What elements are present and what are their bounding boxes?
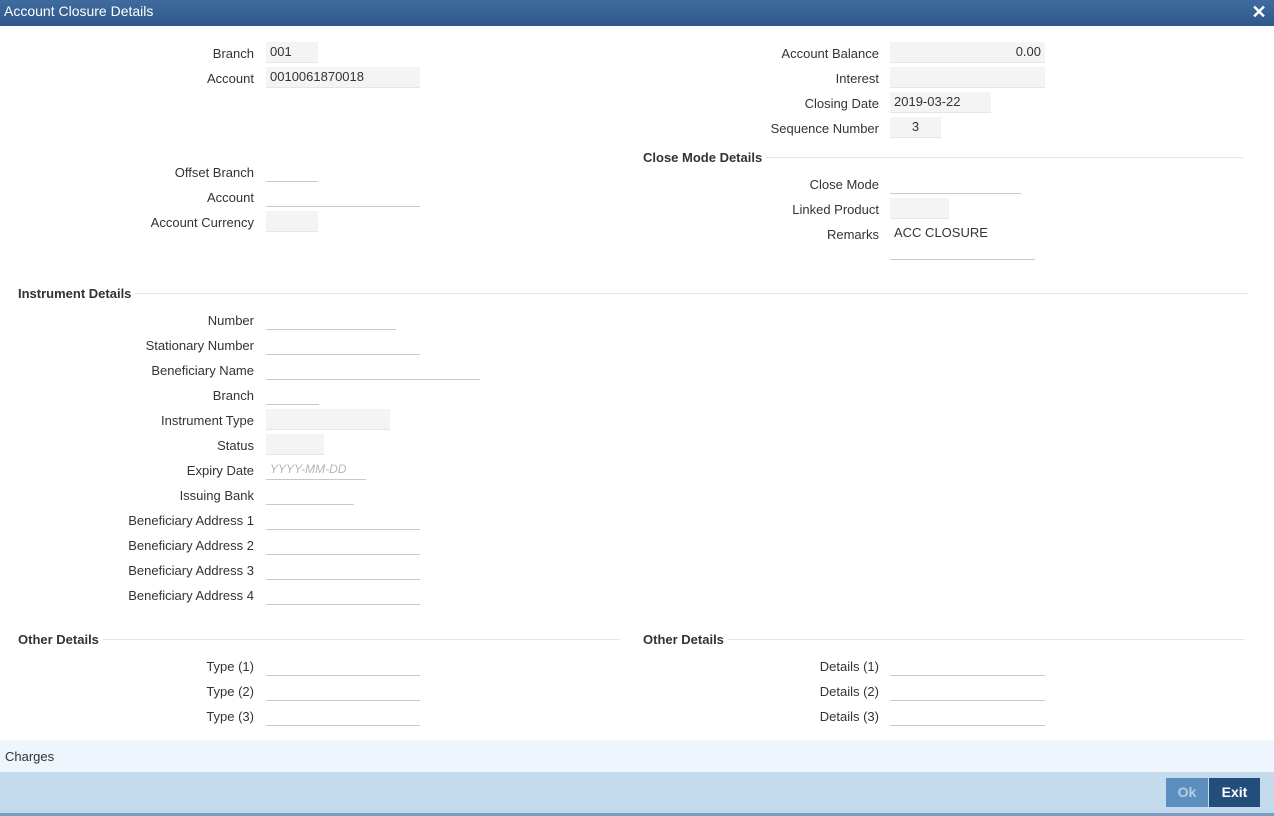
beneficiary-address-2-field[interactable] xyxy=(266,534,420,555)
other-details-right-divider xyxy=(728,639,1245,640)
close-mode-label: Close Mode xyxy=(809,177,879,192)
close-mode-section-title: Close Mode Details xyxy=(643,150,763,165)
number-label: Number xyxy=(207,313,254,328)
type-2-field[interactable] xyxy=(266,680,420,701)
status-label: Status xyxy=(217,438,254,453)
beneficiary-address-3-field[interactable] xyxy=(266,559,420,580)
stationary-number-field[interactable] xyxy=(266,334,420,355)
account-balance-field[interactable]: 0.00 xyxy=(890,42,1045,63)
instrument-branch-label: Branch xyxy=(212,388,254,403)
details-1-field[interactable] xyxy=(890,655,1045,676)
issuing-bank-label: Issuing Bank xyxy=(179,488,254,503)
instrument-branch-field[interactable] xyxy=(266,384,319,405)
charges-bar: Charges xyxy=(0,740,1274,772)
expiry-date-field[interactable]: YYYY-MM-DD xyxy=(266,459,366,480)
instrument-divider xyxy=(135,293,1248,294)
linked-product-field[interactable] xyxy=(890,198,949,219)
exit-button[interactable]: Exit xyxy=(1209,778,1260,807)
branch-field[interactable]: 001 xyxy=(266,42,318,63)
instrument-type-field[interactable] xyxy=(266,409,390,430)
charges-link[interactable]: Charges xyxy=(5,749,54,764)
beneficiary-address-1-field[interactable] xyxy=(266,509,420,530)
issuing-bank-field[interactable] xyxy=(266,484,354,505)
branch-label: Branch xyxy=(212,46,254,61)
beneficiary-address-2-label: Beneficiary Address 2 xyxy=(128,538,254,553)
type-1-label: Type (1) xyxy=(206,659,254,674)
closing-date-label: Closing Date xyxy=(804,96,879,111)
remarks-field[interactable]: ACC CLOSURE xyxy=(890,223,1035,260)
type-3-field[interactable] xyxy=(266,705,420,726)
type-2-label: Type (2) xyxy=(206,684,254,699)
close-icon[interactable]: ✕ xyxy=(1250,2,1268,22)
details-2-field[interactable] xyxy=(890,680,1045,701)
window-title: Account Closure Details xyxy=(4,3,154,19)
close-mode-divider xyxy=(766,157,1243,158)
interest-field[interactable] xyxy=(890,67,1045,88)
details-2-label: Details (2) xyxy=(819,684,879,699)
details-3-label: Details (3) xyxy=(819,709,879,724)
expiry-date-label: Expiry Date xyxy=(186,463,254,478)
type-3-label: Type (3) xyxy=(206,709,254,724)
closing-date-field[interactable]: 2019-03-22 xyxy=(890,92,991,113)
account-field[interactable]: 0010061870018 xyxy=(266,67,420,88)
account-currency-label: Account Currency xyxy=(150,215,254,230)
remarks-label: Remarks xyxy=(826,227,879,242)
account-currency-field[interactable] xyxy=(266,211,318,232)
footer-bar: Ok Exit xyxy=(0,772,1274,816)
beneficiary-name-field[interactable] xyxy=(266,359,480,380)
account-balance-label: Account Balance xyxy=(781,46,879,61)
offset-account-label: Account xyxy=(207,190,254,205)
interest-label: Interest xyxy=(835,71,879,86)
title-bar: Account Closure Details ✕ xyxy=(0,0,1274,26)
sequence-number-field[interactable]: 3 xyxy=(890,117,941,138)
ok-button[interactable]: Ok xyxy=(1166,778,1208,807)
offset-account-field[interactable] xyxy=(266,186,420,207)
offset-branch-label: Offset Branch xyxy=(174,165,254,180)
offset-branch-field[interactable] xyxy=(266,161,318,182)
beneficiary-address-4-label: Beneficiary Address 4 xyxy=(128,588,254,603)
stationary-number-label: Stationary Number xyxy=(145,338,254,353)
beneficiary-address-3-label: Beneficiary Address 3 xyxy=(128,563,254,578)
number-field[interactable] xyxy=(266,309,396,330)
other-details-right-title: Other Details xyxy=(643,632,724,647)
account-label: Account xyxy=(207,71,254,86)
close-mode-field[interactable] xyxy=(890,173,1021,194)
beneficiary-address-4-field[interactable] xyxy=(266,584,420,605)
type-1-field[interactable] xyxy=(266,655,420,676)
beneficiary-name-label: Beneficiary Name xyxy=(151,363,254,378)
details-3-field[interactable] xyxy=(890,705,1045,726)
instrument-type-label: Instrument Type xyxy=(161,413,254,428)
details-1-label: Details (1) xyxy=(819,659,879,674)
linked-product-label: Linked Product xyxy=(792,202,879,217)
sequence-number-label: Sequence Number xyxy=(770,121,879,136)
other-details-left-title: Other Details xyxy=(18,632,99,647)
beneficiary-address-1-label: Beneficiary Address 1 xyxy=(128,513,254,528)
instrument-section-title: Instrument Details xyxy=(18,286,132,301)
expiry-date-placeholder: YYYY-MM-DD xyxy=(270,462,347,476)
other-details-left-divider xyxy=(103,639,620,640)
status-field[interactable] xyxy=(266,434,324,455)
